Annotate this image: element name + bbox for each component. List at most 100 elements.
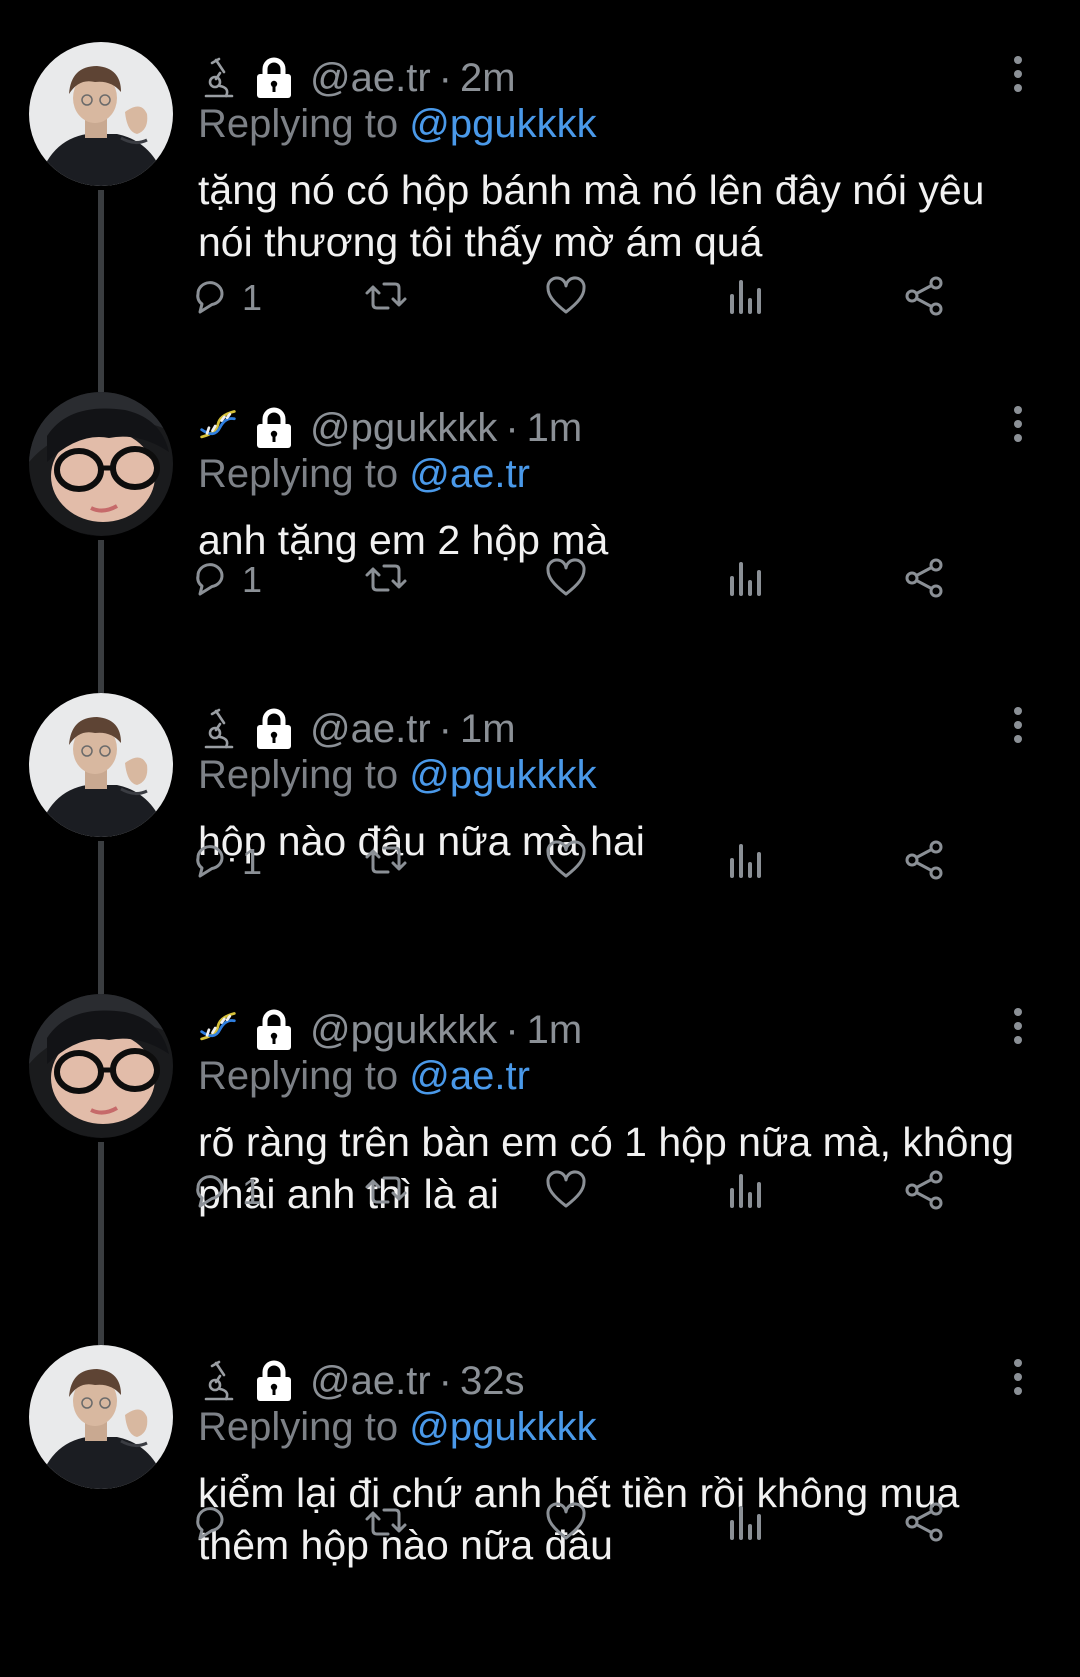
tweet-header: @pgukkkk · 1m — [198, 402, 582, 454]
more-options-icon[interactable] — [1008, 54, 1028, 94]
reply-button[interactable]: 1 — [188, 555, 262, 605]
views-icon — [724, 556, 768, 605]
microscope-icon — [198, 1359, 238, 1403]
like-button[interactable] — [544, 273, 588, 323]
separator-dot: · — [505, 1007, 519, 1052]
tweet-header: @ae.tr · 32s — [198, 1355, 524, 1407]
avatar[interactable] — [29, 392, 173, 536]
retweet-icon — [364, 556, 408, 605]
reply-icon — [188, 556, 232, 605]
more-options-icon[interactable] — [1008, 404, 1028, 444]
microscope-icon — [198, 707, 238, 751]
reply-button[interactable]: 1 — [188, 837, 262, 887]
timestamp[interactable]: 1m — [460, 707, 516, 752]
share-button[interactable] — [902, 1167, 946, 1217]
reply-button[interactable]: 1 — [188, 1167, 262, 1217]
retweet-button[interactable] — [364, 273, 408, 323]
thread-connector — [98, 1142, 104, 1345]
share-button[interactable] — [902, 273, 946, 323]
retweet-icon — [364, 1500, 408, 1549]
retweet-button[interactable] — [364, 555, 408, 605]
action-bar: 1 — [196, 837, 1018, 887]
author-handle[interactable]: @pgukkkk — [310, 406, 497, 451]
share-icon — [902, 838, 946, 887]
timestamp[interactable]: 2m — [460, 56, 516, 101]
lock-icon — [252, 707, 296, 751]
reply-button[interactable]: 1 — [188, 273, 262, 323]
like-button[interactable] — [544, 837, 588, 887]
reply-icon — [188, 1168, 232, 1217]
share-button[interactable] — [902, 555, 946, 605]
lock-icon — [252, 406, 296, 450]
more-options-icon[interactable] — [1008, 1357, 1028, 1397]
more-options-icon[interactable] — [1008, 1006, 1028, 1046]
thread-connector — [98, 190, 104, 392]
avatar[interactable] — [29, 693, 173, 837]
share-button[interactable] — [902, 1499, 946, 1549]
retweet-button[interactable] — [364, 1167, 408, 1217]
views-icon — [724, 1500, 768, 1549]
views-button[interactable] — [724, 273, 768, 323]
like-icon — [544, 1500, 588, 1549]
more-options-icon[interactable] — [1008, 705, 1028, 745]
action-bar: 1 — [196, 1167, 1018, 1217]
replying-to-handle[interactable]: @pgukkkk — [409, 102, 596, 146]
replying-to-handle[interactable]: @ae.tr — [409, 1054, 530, 1098]
separator-dot: · — [505, 405, 519, 450]
author-handle[interactable]: @ae.tr — [310, 707, 431, 752]
dna-icon — [198, 406, 238, 450]
retweet-button[interactable] — [364, 837, 408, 887]
views-button[interactable] — [724, 837, 768, 887]
avatar[interactable] — [29, 994, 173, 1138]
lock-icon — [252, 56, 296, 100]
tweet-header: @ae.tr · 1m — [198, 703, 516, 755]
share-icon — [902, 1500, 946, 1549]
reply-count: 1 — [242, 1171, 263, 1212]
reply-icon — [188, 838, 232, 887]
separator-dot: · — [438, 1358, 452, 1403]
replying-label: Replying to — [198, 102, 399, 146]
like-button[interactable] — [544, 1499, 588, 1549]
avatar[interactable] — [29, 42, 173, 186]
microscope-icon — [198, 56, 238, 100]
avatar[interactable] — [29, 1345, 173, 1489]
views-button[interactable] — [724, 1167, 768, 1217]
author-handle[interactable]: @pgukkkk — [310, 1008, 497, 1053]
author-handle[interactable]: @ae.tr — [310, 56, 431, 101]
views-button[interactable] — [724, 555, 768, 605]
replying-to: Replying to @ae.tr — [198, 1054, 530, 1099]
tweet-header: @ae.tr · 2m — [198, 52, 516, 104]
timestamp[interactable]: 1m — [527, 406, 583, 451]
lock-icon — [252, 1359, 296, 1403]
like-icon — [544, 838, 588, 887]
action-bar — [196, 1499, 1018, 1549]
share-button[interactable] — [902, 837, 946, 887]
views-icon — [724, 274, 768, 323]
replying-to: Replying to @pgukkkk — [198, 753, 597, 798]
retweet-icon — [364, 838, 408, 887]
reply-icon — [188, 274, 232, 323]
replying-to: Replying to @ae.tr — [198, 452, 530, 497]
thread-connector — [98, 841, 104, 994]
like-button[interactable] — [544, 1167, 588, 1217]
replying-to-handle[interactable]: @ae.tr — [409, 452, 530, 496]
reply-button[interactable] — [188, 1499, 242, 1549]
replying-to-handle[interactable]: @pgukkkk — [409, 1405, 596, 1449]
timestamp[interactable]: 32s — [460, 1359, 525, 1404]
replying-label: Replying to — [198, 452, 399, 496]
action-bar: 1 — [196, 555, 1018, 605]
replying-to: Replying to @pgukkkk — [198, 102, 597, 147]
views-button[interactable] — [724, 1499, 768, 1549]
reply-count: 1 — [242, 559, 263, 600]
like-button[interactable] — [544, 555, 588, 605]
timestamp[interactable]: 1m — [527, 1008, 583, 1053]
like-icon — [544, 1168, 588, 1217]
share-icon — [902, 274, 946, 323]
tweet-text: tặng nó có hộp bánh mà nó lên đây nói yê… — [198, 167, 985, 265]
retweet-button[interactable] — [364, 1499, 408, 1549]
like-icon — [544, 274, 588, 323]
author-handle[interactable]: @ae.tr — [310, 1359, 431, 1404]
reply-count: 1 — [242, 277, 263, 318]
replying-to-handle[interactable]: @pgukkkk — [409, 753, 596, 797]
share-icon — [902, 556, 946, 605]
